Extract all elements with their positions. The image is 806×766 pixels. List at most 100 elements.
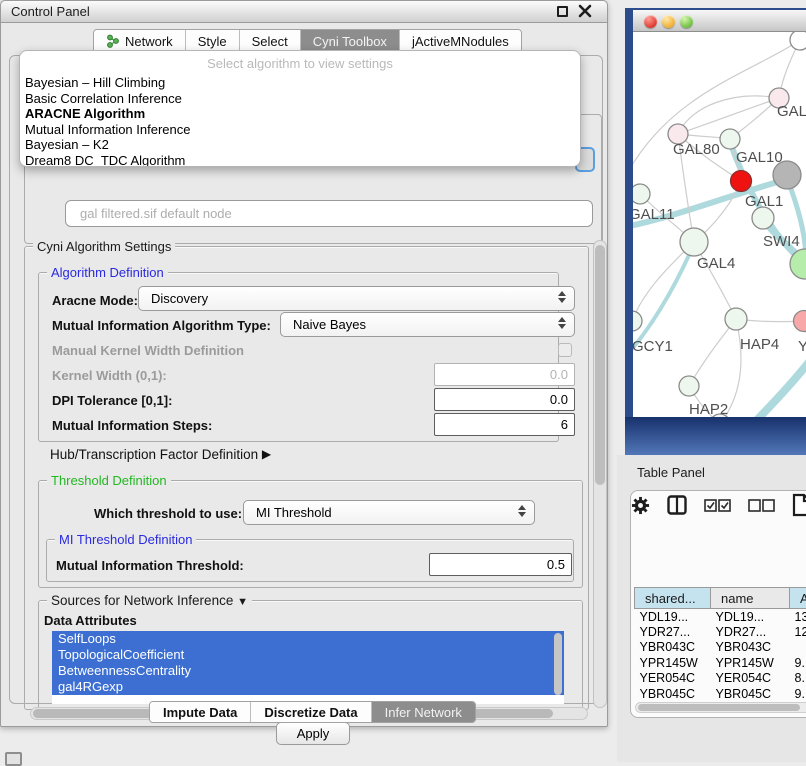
network-node-gal4[interactable] (680, 228, 708, 256)
table-panel-title: Table Panel (637, 465, 705, 480)
tab-jactivemnodules[interactable]: jActiveMNodules (400, 30, 521, 52)
table-cell[interactable]: 9. (790, 655, 806, 671)
table-row[interactable]: YDR27...YDR27...12 (635, 624, 806, 640)
column-header-name[interactable]: name (711, 588, 790, 609)
table-cell[interactable]: YBR043C (635, 640, 711, 656)
table-cell[interactable]: 9. (790, 686, 806, 700)
table-cell[interactable]: 13 (790, 609, 806, 625)
manual-kernel-width-label: Manual Kernel Width Definition (52, 343, 244, 358)
bottom-left-partial-button[interactable] (5, 752, 22, 766)
which-threshold-combo[interactable]: MI Threshold (243, 500, 535, 525)
chevron-right-icon: ▶ (262, 447, 271, 461)
table-cell[interactable]: YDR27... (635, 624, 711, 640)
tab-select[interactable]: Select (240, 30, 301, 52)
unchecked-pair-icon[interactable] (748, 499, 775, 512)
tab-cyni-toolbox[interactable]: Cyni Toolbox (301, 30, 400, 52)
table-cell[interactable]: YBR045C (635, 686, 711, 700)
gear-icon[interactable] (631, 496, 650, 515)
node-label-hap4: HAP4 (740, 336, 779, 353)
network-source-combo[interactable]: gal filtered.sif default node (65, 200, 593, 227)
data-attributes-list[interactable]: SelfLoopsTopologicalCoefficientBetweenne… (52, 631, 564, 704)
mi-threshold-label: Mutual Information Threshold: (56, 558, 244, 573)
attribute-item-selected[interactable]: TopologicalCoefficient (52, 647, 564, 663)
algorithm-option[interactable]: Mutual Information Inference (20, 122, 580, 138)
table-cell[interactable] (790, 640, 806, 656)
mi-threshold-field[interactable]: 0.5 (429, 553, 572, 576)
algorithm-option[interactable]: Basic Correlation Inference (20, 91, 580, 107)
float-window-icon[interactable] (557, 6, 568, 17)
network-node-gal10[interactable] (720, 129, 740, 149)
attribute-item-selected[interactable]: SelfLoops (52, 631, 564, 647)
node-label-gal1: GAL1 (745, 193, 783, 210)
network-node-y[interactable] (794, 311, 806, 332)
node-label-gal11: GAL11 (633, 206, 675, 223)
network-node-gal11[interactable] (633, 184, 650, 204)
node-label-gal80: GAL80 (673, 141, 720, 158)
network-window-titlebar[interactable] (633, 10, 806, 32)
attribute-item-selected[interactable]: gal4RGexp (52, 679, 564, 695)
control-panel-titlebar[interactable]: Control Panel (1, 1, 607, 23)
column-header-shared...[interactable]: shared... (635, 588, 711, 609)
table-cell[interactable]: YER054C (635, 671, 711, 687)
algorithm-option[interactable]: Dream8 DC_TDC Algorithm (20, 153, 580, 168)
kernel-width-field[interactable]: 0.0 (434, 363, 575, 386)
network-node-hap2[interactable] (679, 376, 699, 396)
manual-kernel-width-checkbox[interactable] (558, 343, 572, 357)
table-row[interactable]: YBR043CYBR043C (635, 640, 806, 656)
hub-definition-toggle[interactable]: Hub/Transcription Factor Definition ▶ (50, 447, 271, 462)
attributes-list-scrollbar[interactable] (554, 633, 562, 695)
attribute-item-selected[interactable]: BetweennessCentrality (52, 663, 564, 679)
network-node[interactable] (790, 32, 806, 50)
node-label-swi4: SWI4 (763, 233, 800, 250)
table-cell[interactable]: YER054C (711, 671, 790, 687)
bottom-tab-infer-network[interactable]: Infer Network (372, 702, 475, 722)
file-icon[interactable] (792, 493, 806, 517)
mi-algorithm-type-combo[interactable]: Naive Bayes (280, 312, 575, 337)
table-horizontal-scrollbar-thumb[interactable] (638, 704, 800, 711)
network-node-hap4[interactable] (725, 308, 747, 330)
table-cell[interactable]: YBR043C (711, 640, 790, 656)
split-columns-icon[interactable] (667, 495, 687, 515)
close-icon[interactable] (578, 4, 592, 18)
algorithm-option[interactable]: Bayesian – K2 (20, 137, 580, 153)
network-node-gal1[interactable] (731, 171, 752, 192)
table-row[interactable]: YBR045CYBR045C9. (635, 686, 806, 700)
sources-group-toggle[interactable]: Sources for Network Inference ▼ (47, 593, 252, 608)
minimize-traffic-light-icon[interactable] (662, 15, 675, 28)
table-cell[interactable]: YDL19... (635, 609, 711, 625)
algorithm-option[interactable]: ARACNE Algorithm (20, 106, 580, 122)
algorithm-option[interactable]: Bayesian – Hill Climbing (20, 75, 580, 91)
table-cell[interactable]: YDL19... (711, 609, 790, 625)
apply-button[interactable]: Apply (276, 722, 350, 745)
network-canvas[interactable]: GALGAL80GAL10GAL1GAL11GAL4SWI4GCY1HAP4YH… (633, 32, 806, 417)
table-row[interactable]: YDL19...YDL19...13 (635, 609, 806, 625)
bottom-tab-impute-data[interactable]: Impute Data (150, 702, 251, 722)
tab-label: Cyni Toolbox (313, 34, 387, 49)
close-traffic-light-icon[interactable] (644, 15, 657, 28)
table-horizontal-scrollbar[interactable] (635, 702, 806, 713)
mi-steps-field[interactable]: 6 (434, 413, 575, 436)
table-cell[interactable]: YPR145W (711, 655, 790, 671)
network-node[interactable] (752, 207, 774, 229)
table-cell[interactable]: YDR27... (711, 624, 790, 640)
network-node-gcy1[interactable] (633, 311, 642, 331)
bottom-tab-discretize-data[interactable]: Discretize Data (251, 702, 371, 722)
settings-vertical-scrollbar[interactable] (593, 240, 607, 708)
tab-network[interactable]: Network (94, 30, 186, 52)
aracne-mode-combo[interactable]: Discovery (138, 286, 575, 311)
column-header-A[interactable]: A (790, 588, 806, 609)
checked-pair-icon[interactable] (704, 499, 731, 512)
zoom-traffic-light-icon[interactable] (680, 15, 693, 28)
table-cell[interactable]: YBR045C (711, 686, 790, 700)
settings-vertical-scrollbar-thumb[interactable] (595, 245, 605, 485)
application-root: Control Panel NetworkStyleSelect Cyni Too… (0, 0, 806, 762)
table-cell[interactable]: 12 (790, 624, 806, 640)
table-cell[interactable]: 8. (790, 671, 806, 687)
tab-style[interactable]: Style (186, 30, 240, 52)
algorithm-dropdown-list: Bayesian – Hill ClimbingBasic Correlatio… (20, 75, 580, 167)
table-row[interactable]: YER054CYER054C8. (635, 671, 806, 687)
table-cell[interactable]: YPR145W (635, 655, 711, 671)
node-table[interactable]: shared...nameA YDL19...YDL19...13YDR27..… (631, 539, 806, 700)
table-row[interactable]: YPR145WYPR145W9. (635, 655, 806, 671)
dpi-tolerance-field[interactable]: 0.0 (434, 388, 575, 411)
